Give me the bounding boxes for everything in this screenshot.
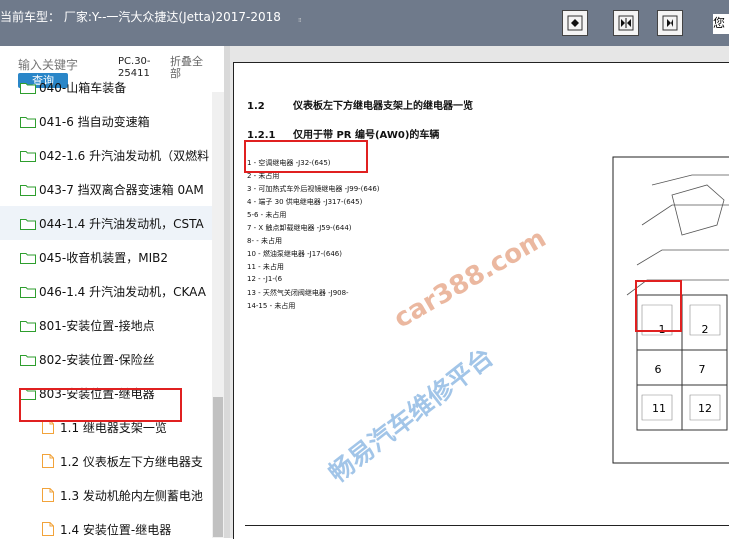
- tree-item-1-3[interactable]: 1.3 发动机舱内左侧蓄电池: [0, 478, 212, 512]
- user-label: 您: [713, 14, 729, 34]
- highlight-box-relay-1: [244, 140, 368, 173]
- document-page: 1.2 仪表板左下方继电器支架上的继电器一览 1.2.1 仅用于带 PR 编号(AW…: [233, 62, 729, 539]
- tree-item-label: 1.4 安装位置-继电器: [60, 522, 172, 537]
- tree-item-label: 041-6 挡自动变速箱: [39, 114, 150, 129]
- relay-line: 11 - 未占用: [247, 263, 284, 271]
- document-icon: [42, 488, 54, 502]
- relay-line: 10 - 燃油泵继电器 -J17-(646): [247, 250, 342, 258]
- document-icon: [42, 522, 54, 536]
- tree-item-801[interactable]: 801-安装位置-接地点: [0, 308, 212, 342]
- diagram-label: 12: [698, 402, 712, 415]
- relay-line: 4 - 端子 30 供电继电器 -J317-(645): [247, 198, 363, 206]
- relay-line: 8- - 未占用: [247, 237, 282, 245]
- header-mark: ⠿: [298, 18, 302, 24]
- highlight-box-tree: [19, 388, 182, 422]
- expand-all-button[interactable]: [562, 10, 588, 36]
- folder-icon: [20, 150, 36, 162]
- relay-line: 7 - X 触点卸载继电器 -J59-(644): [247, 224, 352, 232]
- tree-item-1-4[interactable]: 1.4 安装位置-继电器: [0, 512, 212, 538]
- tree-item-label: 042-1.6 升汽油发动机（双燃料: [39, 148, 210, 163]
- tree-item-label: 043-7 挡双离合器变速箱 0AM: [39, 182, 204, 197]
- diagram-label: 2: [702, 323, 709, 336]
- tree-item-802[interactable]: 802-安装位置-保险丝: [0, 342, 212, 376]
- section-number: 1.2: [247, 101, 265, 112]
- folder-icon: [20, 320, 36, 332]
- folder-icon: [20, 184, 36, 196]
- tree-item-044[interactable]: 044-1.4 升汽油发动机，CSTA: [0, 206, 212, 240]
- subsection-heading: 1.2.1 仅用于带 PR 编号(AW0)的车辆: [247, 126, 439, 141]
- folder-icon: [20, 218, 36, 230]
- page-rule: [245, 525, 729, 526]
- expand-collapse-icon: [618, 15, 634, 31]
- folder-icon: [20, 354, 36, 366]
- diagram-label: 6: [655, 363, 662, 376]
- relay-line: 3 - 可加热式车外后视镜继电器 -J99-(646): [247, 185, 380, 193]
- tree-item-1-2[interactable]: 1.2 仪表板左下方继电器支: [0, 444, 212, 478]
- highlight-box-diagram-1: [635, 280, 682, 332]
- folder-icon: [20, 252, 36, 264]
- relay-line: 13 - 天然气关闭阀继电器 -J908-: [247, 289, 349, 297]
- sidebar: 查询 PC.30-25411 折叠全部 040-山箱车装备 041-6 挡自动变…: [0, 46, 229, 538]
- tree-item-040[interactable]: 040-山箱车装备: [0, 70, 212, 104]
- tree-item-label: 1.3 发动机舱内左侧蓄电池: [60, 488, 203, 503]
- collapse-all-button[interactable]: [657, 10, 683, 36]
- tree-item-043[interactable]: 043-7 挡双离合器变速箱 0AM: [0, 172, 212, 206]
- tree-item-046[interactable]: 046-1.4 升汽油发动机，CKAA: [0, 274, 212, 308]
- folder-icon: [20, 116, 36, 128]
- tree-item-label: 046-1.4 升汽油发动机，CKAA: [39, 284, 206, 299]
- relay-line: 14-15 - 未占用: [247, 302, 296, 310]
- sidebar-scrollbar[interactable]: [212, 92, 224, 538]
- tree-item-041[interactable]: 041-6 挡自动变速箱: [0, 104, 212, 138]
- tree-item-label: 044-1.4 升汽油发动机，CSTA: [39, 216, 204, 231]
- tree-item-label: 1.2 仪表板左下方继电器支: [60, 454, 203, 469]
- document-viewer: 1.2 仪表板左下方继电器支架上的继电器一览 1.2.1 仅用于带 PR 编号(AW…: [230, 46, 729, 539]
- diagram-label: 11: [652, 402, 666, 415]
- expand-collapse-button[interactable]: [613, 10, 639, 36]
- vehicle-title: 当前车型： 厂家:Y--一汽大众捷达(Jetta)2017-2018: [0, 10, 281, 24]
- document-icon: [42, 454, 54, 468]
- relay-line: 5-6 - 未占用: [247, 211, 287, 219]
- tree-item-label: 802-安装位置-保险丝: [39, 352, 155, 367]
- expand-all-icon: [567, 15, 583, 31]
- section-heading: 1.2 仪表板左下方继电器支架上的继电器一览: [247, 97, 473, 112]
- relay-line: 12 - -J1-(6: [247, 275, 283, 283]
- folder-icon: [20, 286, 36, 298]
- tree-item-042[interactable]: 042-1.6 升汽油发动机（双燃料: [0, 138, 212, 172]
- scrollbar-thumb[interactable]: [213, 397, 223, 537]
- diagram-label: 7: [699, 363, 706, 376]
- tree-item-label: 801-安装位置-接地点: [39, 318, 155, 333]
- document-icon: [42, 420, 54, 434]
- tree-item-045[interactable]: 045-收音机装置，MIB2: [0, 240, 212, 274]
- collapse-all-icon: [662, 15, 678, 31]
- section-title: 仪表板左下方继电器支架上的继电器一览: [293, 101, 473, 112]
- document-tree: 040-山箱车装备 041-6 挡自动变速箱 042-1.6 升汽油发动机（双燃…: [0, 81, 212, 538]
- tree-item-label: 040-山箱车装备: [39, 80, 127, 95]
- top-bar: 当前车型： 厂家:Y--一汽大众捷达(Jetta)2017-2018 ⠿ 您: [0, 0, 729, 46]
- tree-item-label: 045-收音机装置，MIB2: [39, 250, 168, 265]
- folder-icon: [20, 82, 36, 94]
